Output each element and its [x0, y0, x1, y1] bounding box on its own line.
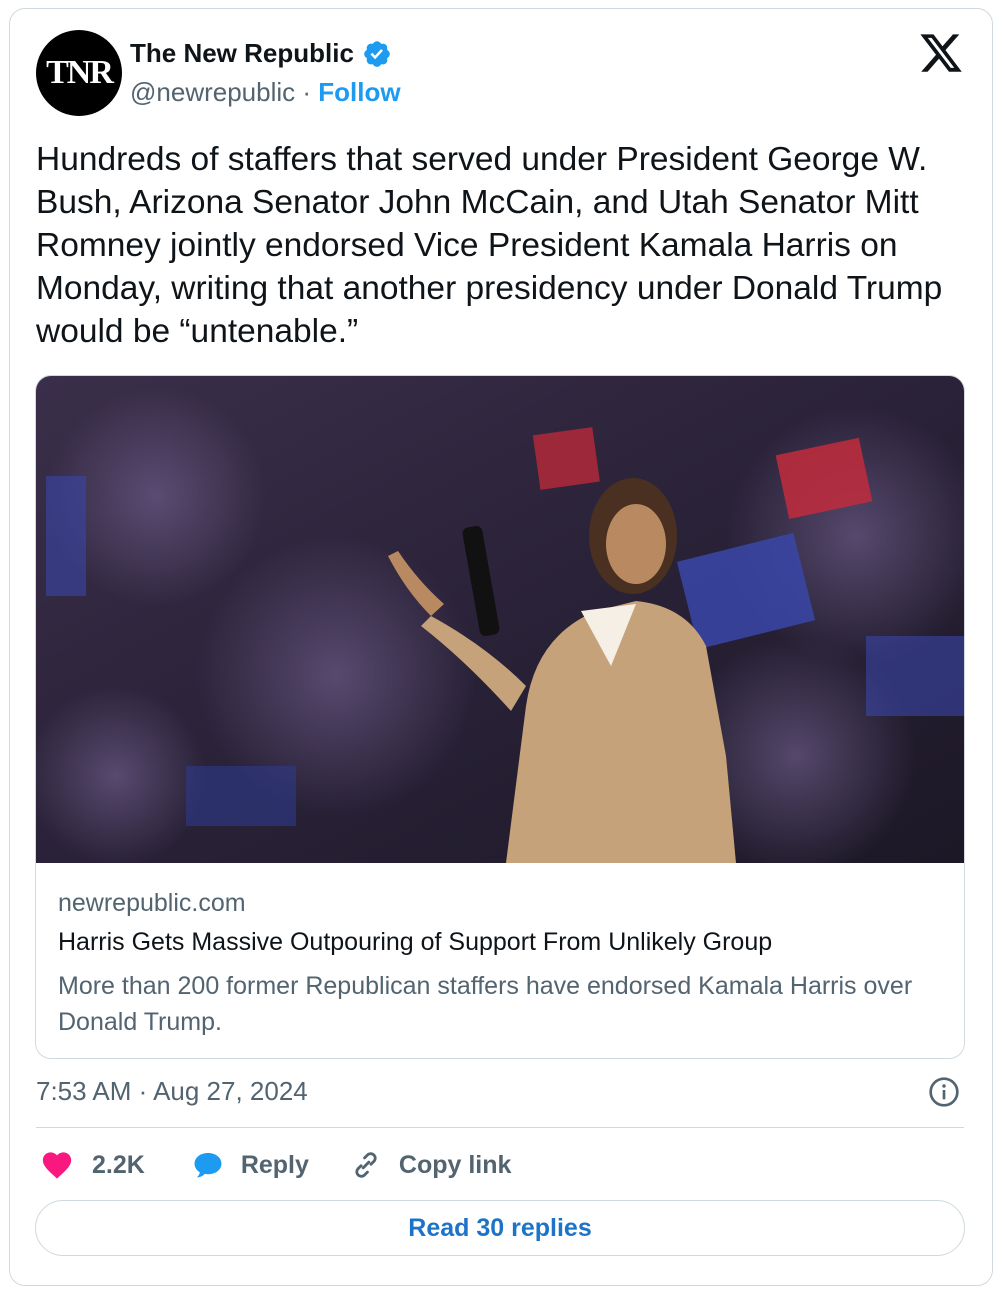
action-bar: 2.2K Reply Copy link [40, 1144, 511, 1186]
handle-row: @newrepublic · Follow [130, 77, 401, 108]
heart-icon [42, 1152, 72, 1179]
info-icon[interactable] [928, 1076, 960, 1108]
like-count: 2.2K [92, 1150, 145, 1179]
copy-link-button[interactable]: Copy link [349, 1148, 512, 1182]
copy-link-label: Copy link [398, 1150, 512, 1179]
tweet-timestamp[interactable]: 7:53 AM · Aug 27, 2024 [36, 1076, 308, 1107]
link-headline[interactable]: Harris Gets Massive Outpouring of Suppor… [58, 928, 772, 957]
link-domain: newrepublic.com [58, 889, 246, 917]
account-name-row[interactable]: The New Republic [130, 38, 392, 69]
speech-bubble-icon [194, 1152, 222, 1178]
link-preview-card[interactable]: newrepublic.com Harris Gets Massive Outp… [35, 375, 965, 1059]
article-photo [36, 376, 964, 863]
read-replies-button[interactable]: Read 30 replies [35, 1200, 965, 1256]
tweet-text: Hundreds of staffers that served under P… [36, 141, 943, 350]
reply-label: Reply [240, 1150, 309, 1179]
account-handle[interactable]: @newrepublic [130, 77, 295, 107]
x-logo-icon[interactable] [918, 30, 964, 76]
reply-button[interactable]: Reply [191, 1148, 309, 1182]
link-description: More than 200 former Republican staffers… [58, 972, 913, 1036]
read-replies-label: Read 30 replies [408, 1213, 592, 1242]
divider [36, 1127, 964, 1128]
account-avatar[interactable]: TNR [36, 30, 122, 116]
handle-separator: · [295, 77, 319, 107]
verified-badge-icon [364, 40, 390, 67]
follow-button[interactable]: Follow [318, 77, 400, 107]
link-icon [355, 1152, 377, 1178]
avatar-logo-text: TNR [46, 54, 114, 91]
account-name[interactable]: The New Republic [130, 38, 354, 69]
like-button[interactable]: 2.2K [40, 1148, 145, 1182]
